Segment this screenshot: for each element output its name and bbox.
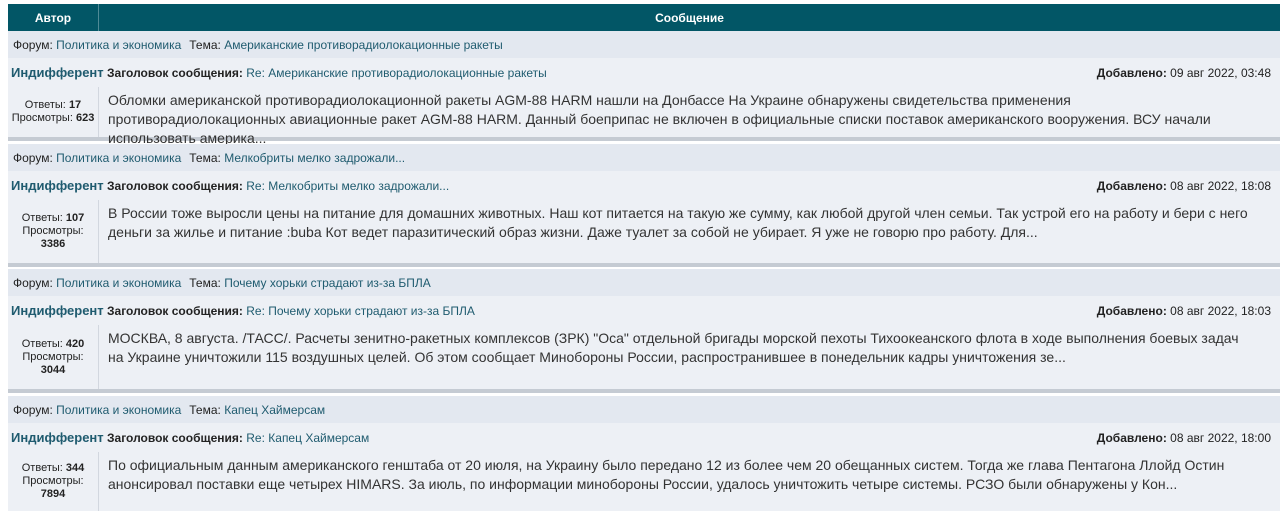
post-date: Добавлено: 09 авг 2022, 03:48 (1097, 66, 1280, 80)
author-link[interactable]: Индифферент (8, 65, 107, 80)
subject-row: Индифферент Заголовок сообщения: Re: Поч… (8, 296, 1280, 325)
topic-label: Тема: (189, 275, 221, 290)
subject-link[interactable]: Re: Почему хорьки страдают из-за БПЛА (246, 304, 475, 318)
search-results: Автор Сообщение Форум: Политика и эконом… (0, 0, 1280, 511)
subject-link[interactable]: Re: Мелкобриты мелко задрожали... (246, 179, 449, 193)
views-count: 3386 (40, 238, 66, 250)
subject-label: Заголовок сообщения: (107, 303, 243, 318)
forum-label: Форум: (13, 37, 53, 52)
message-excerpt: В России тоже выросли цены на питание дл… (98, 200, 1280, 263)
replies-count: 344 (65, 462, 85, 474)
subject-label: Заголовок сообщения: (107, 178, 243, 193)
forum-link[interactable]: Политика и экономика (56, 403, 181, 417)
subject-label: Заголовок сообщения: (107, 65, 243, 80)
topic-label: Тема: (189, 150, 221, 165)
post-body: Ответы: 420 Просмотры: 3044 МОСКВА, 8 ав… (8, 325, 1280, 389)
forum-row: Форум: Политика и экономика Тема: Мелкоб… (8, 144, 1280, 171)
topic-link[interactable]: Капец Хаймерсам (224, 403, 325, 417)
forum-label: Форум: (13, 150, 53, 165)
post-stats: Ответы: 420 Просмотры: 3044 (8, 325, 98, 389)
forum-row: Форум: Политика и экономика Тема: Америк… (8, 31, 1280, 58)
date-value: 08 авг 2022, 18:03 (1170, 303, 1271, 318)
post-body: Ответы: 107 Просмотры: 3386 В России тож… (8, 200, 1280, 263)
views-label: Просмотры: (22, 475, 84, 487)
post: Форум: Политика и экономика Тема: Америк… (8, 31, 1280, 146)
author-link[interactable]: Индифферент (8, 430, 107, 445)
message-excerpt: Обломки американской противорадиолокацио… (98, 87, 1280, 146)
forum-link[interactable]: Политика и экономика (56, 38, 181, 52)
views-count: 3044 (40, 363, 66, 376)
message-excerpt: МОСКВА, 8 августа. /ТАСС/. Расчеты зенит… (98, 325, 1280, 389)
subject-link[interactable]: Re: Капец Хаймерсам (246, 431, 369, 445)
author-column-header: Автор (8, 4, 99, 31)
replies-count: 107 (65, 212, 85, 224)
date-value: 09 авг 2022, 03:48 (1170, 65, 1271, 80)
post-divider (8, 263, 1280, 267)
replies-count: 17 (68, 99, 82, 111)
added-label: Добавлено: (1096, 65, 1167, 80)
replies-label: Ответы: (21, 212, 63, 224)
topic-link[interactable]: Американские противорадиолокационные рак… (224, 38, 503, 52)
forum-label: Форум: (13, 402, 53, 417)
forum-link[interactable]: Политика и экономика (56, 276, 181, 290)
forum-label: Форум: (13, 275, 53, 290)
post-date: Добавлено: 08 авг 2022, 18:00 (1097, 431, 1280, 445)
post: Форум: Политика и экономика Тема: Капец … (8, 396, 1280, 511)
replies-count: 420 (65, 337, 85, 350)
post-divider (8, 389, 1280, 393)
subject-row: Индифферент Заголовок сообщения: Re: Аме… (8, 58, 1280, 87)
subject-label: Заголовок сообщения: (107, 430, 243, 445)
author-link[interactable]: Индифферент (8, 303, 107, 318)
post-stats: Ответы: 17 Просмотры: 623 (8, 87, 98, 137)
forum-row: Форум: Политика и экономика Тема: Капец … (8, 396, 1280, 423)
topic-link[interactable]: Мелкобриты мелко задрожали... (224, 151, 405, 165)
replies-label: Ответы: (24, 99, 66, 111)
views-label: Просмотры: (22, 350, 84, 363)
topic-label: Тема: (189, 37, 221, 52)
added-label: Добавлено: (1096, 178, 1167, 193)
forum-row: Форум: Политика и экономика Тема: Почему… (8, 269, 1280, 296)
views-count: 7894 (40, 488, 66, 500)
post-stats: Ответы: 107 Просмотры: 3386 (8, 200, 98, 263)
post: Форум: Политика и экономика Тема: Мелкоб… (8, 144, 1280, 267)
subject-row: Индифферент Заголовок сообщения: Re: Кап… (8, 423, 1280, 452)
subject-row: Индифферент Заголовок сообщения: Re: Мел… (8, 171, 1280, 200)
replies-label: Ответы: (21, 337, 63, 350)
replies-label: Ответы: (21, 462, 63, 474)
views-label: Просмотры: (11, 112, 73, 124)
message-column-header: Сообщение (655, 10, 724, 25)
author-link[interactable]: Индифферент (8, 178, 107, 193)
date-value: 08 авг 2022, 18:08 (1170, 178, 1271, 193)
post-stats: Ответы: 344 Просмотры: 7894 (8, 452, 98, 511)
added-label: Добавлено: (1096, 430, 1167, 445)
date-value: 08 авг 2022, 18:00 (1170, 430, 1271, 445)
forum-link[interactable]: Политика и экономика (56, 151, 181, 165)
post-body: Ответы: 17 Просмотры: 623 Обломки америк… (8, 87, 1280, 146)
post-body: Ответы: 344 Просмотры: 7894 По официальн… (8, 452, 1280, 511)
topic-link[interactable]: Почему хорьки страдают из-за БПЛА (224, 276, 431, 290)
added-label: Добавлено: (1096, 303, 1167, 318)
topic-label: Тема: (189, 402, 221, 417)
message-excerpt: По официальным данным американского генш… (98, 452, 1280, 511)
results-header: Автор Сообщение (8, 4, 1280, 31)
post: Форум: Политика и экономика Тема: Почему… (8, 269, 1280, 393)
views-count: 623 (75, 112, 95, 124)
subject-link[interactable]: Re: Американские противорадиолокационные… (246, 66, 547, 80)
post-date: Добавлено: 08 авг 2022, 18:03 (1097, 304, 1280, 318)
post-date: Добавлено: 08 авг 2022, 18:08 (1097, 179, 1280, 193)
views-label: Просмотры: (22, 225, 84, 237)
